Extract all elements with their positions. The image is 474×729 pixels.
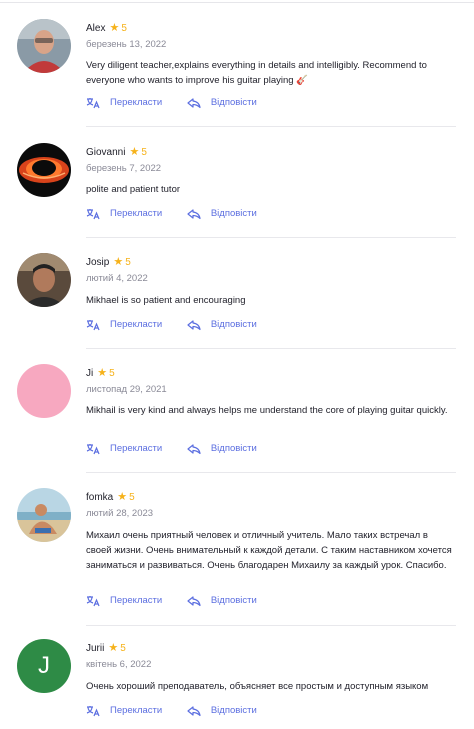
star-icon: ★	[108, 642, 119, 654]
review-date: березень 13, 2022	[86, 39, 167, 50]
reviewer-name: Giovanni	[86, 147, 126, 158]
star-icon: ★	[113, 256, 124, 268]
star-icon: ★	[117, 491, 128, 503]
reviewer-name: fomka	[86, 492, 114, 503]
rating-value: 5	[120, 643, 126, 654]
avatar-alex[interactable]	[17, 19, 71, 73]
review-text: Mikhail is very kind and always helps me…	[86, 405, 448, 416]
review-date: листопад 29, 2021	[86, 384, 167, 395]
translate-button[interactable]: Перекласти	[86, 442, 162, 456]
review-divider	[86, 348, 456, 349]
translate-label: Перекласти	[110, 208, 163, 219]
reply-label: Відповісти	[210, 705, 257, 716]
avatar-giovanni[interactable]	[17, 143, 71, 197]
review-divider	[86, 237, 456, 238]
reviewer-name: Jurii	[86, 643, 105, 654]
avatar-jurii[interactable]: J	[17, 639, 71, 693]
reply-button[interactable]: Відповісти	[187, 442, 257, 456]
reply-button[interactable]: Відповісти	[187, 704, 257, 718]
translate-icon	[86, 209, 100, 220]
translate-label: Перекласти	[110, 97, 163, 108]
translate-label: Перекласти	[110, 319, 163, 330]
review-divider	[86, 126, 456, 127]
review-actions: Перекласти Відповісти	[86, 442, 257, 460]
translate-label: Перекласти	[110, 705, 163, 716]
review-text: polite and patient tutor	[86, 184, 181, 195]
user-photo-icon	[17, 488, 71, 542]
review-actions: Перекласти Відповісти	[86, 207, 257, 225]
rating-value: 5	[129, 492, 135, 503]
review-text: Очень хороший преподаватель, объясняет в…	[86, 681, 429, 692]
reply-icon	[187, 596, 201, 607]
review-actions: Перекласти Відповісти	[86, 318, 257, 336]
translate-button[interactable]: Перекласти	[86, 96, 162, 110]
reviewer-name-row: Alex ★ 5	[86, 21, 127, 36]
star-icon: ★	[109, 22, 120, 34]
star-icon: ★	[97, 367, 108, 379]
user-photo-icon	[17, 19, 71, 73]
reviewer-name: Ji	[86, 368, 94, 379]
review-actions: Перекласти Відповісти	[86, 96, 257, 114]
reviewer-name-row: fomka ★ 5	[86, 490, 135, 505]
translate-icon	[86, 320, 100, 331]
reply-button[interactable]: Відповісти	[187, 594, 257, 608]
translate-icon	[86, 98, 100, 109]
rating-value: 5	[141, 147, 147, 158]
translate-icon	[86, 706, 100, 717]
reply-label: Відповісти	[210, 208, 257, 219]
reviewer-name-row: Jurii ★ 5	[86, 641, 126, 656]
rating-value: 5	[121, 23, 127, 34]
reviewer-name-row: Josip ★ 5	[86, 255, 131, 270]
reply-icon	[187, 706, 201, 717]
translate-button[interactable]: Перекласти	[86, 704, 162, 718]
review-actions: Перекласти Відповісти	[86, 704, 257, 722]
avatar-ji[interactable]	[17, 364, 71, 418]
review-date: лютий 4, 2022	[86, 273, 148, 284]
translate-label: Перекласти	[110, 443, 163, 454]
review-date: лютий 28, 2023	[86, 508, 154, 519]
reply-button[interactable]: Відповісти	[187, 207, 257, 221]
translate-label: Перекласти	[110, 595, 163, 606]
translate-button[interactable]: Перекласти	[86, 318, 162, 332]
reply-icon	[187, 98, 201, 109]
review-date: квітень 6, 2022	[86, 659, 152, 670]
reply-label: Відповісти	[210, 97, 257, 108]
reviewer-name: Alex	[86, 23, 106, 34]
reviewer-name-row: Ji ★ 5	[86, 366, 115, 381]
review-actions: Перекласти Відповісти	[86, 594, 257, 612]
reply-button[interactable]: Відповісти	[187, 96, 257, 110]
translate-icon	[86, 596, 100, 607]
avatar-josip[interactable]	[17, 253, 71, 307]
reply-label: Відповісти	[210, 443, 257, 454]
avatar-letter: J	[38, 652, 50, 679]
reply-icon	[187, 444, 201, 455]
reply-icon	[187, 209, 201, 220]
star-icon: ★	[129, 146, 140, 158]
translate-icon	[86, 444, 100, 455]
review-divider	[86, 625, 456, 626]
black-hole-icon	[17, 143, 71, 197]
rating-value: 5	[125, 257, 131, 268]
avatar-fomka[interactable]	[17, 488, 71, 542]
reply-button[interactable]: Відповісти	[187, 318, 257, 332]
review-date: березень 7, 2022	[86, 163, 162, 174]
reply-icon	[187, 320, 201, 331]
reviewer-name-row: Giovanni ★ 5	[86, 145, 147, 160]
review-text: Михаил очень приятный человек и отличный…	[86, 530, 452, 571]
translate-button[interactable]: Перекласти	[86, 207, 162, 221]
rating-value: 5	[109, 368, 115, 379]
user-photo-icon	[17, 253, 71, 307]
review-text: Very diligent teacher,explains everythin…	[86, 60, 427, 86]
reviewer-name: Josip	[86, 257, 110, 268]
review-text: Mikhael is so patient and encouraging	[86, 295, 246, 306]
translate-button[interactable]: Перекласти	[86, 594, 162, 608]
review-divider	[86, 472, 456, 473]
reply-label: Відповісти	[210, 595, 257, 606]
top-divider	[0, 2, 474, 3]
reply-label: Відповісти	[210, 319, 257, 330]
